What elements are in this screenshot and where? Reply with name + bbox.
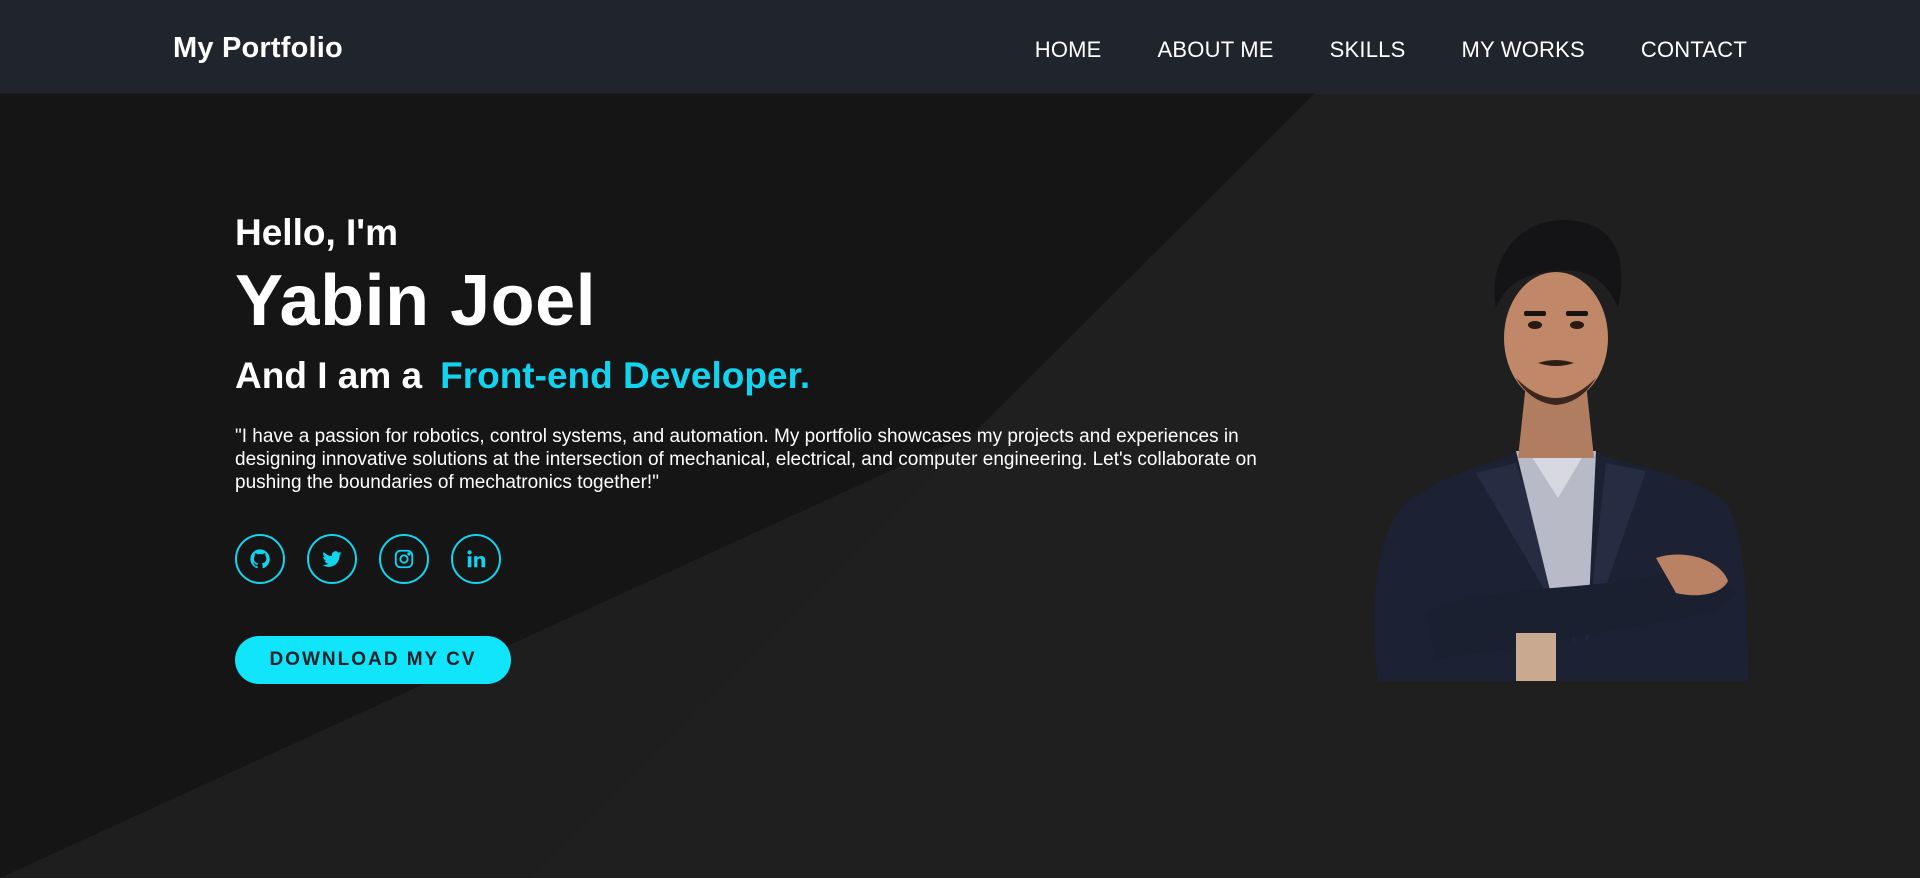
linkedin-icon [465,548,487,570]
role-line: And I am a Front-end Developer. [235,355,1335,397]
nav-link-my-works[interactable]: MY WORKS [1461,37,1584,63]
twitter-icon [321,548,343,570]
nav-links: HOME ABOUT ME SKILLS MY WORKS CONTACT [1035,37,1747,63]
social-links [235,534,1335,584]
nav-link-skills[interactable]: SKILLS [1330,37,1406,63]
hero-section: Hello, I'm Yabin Joel And I am a Front-e… [235,214,1335,684]
profile-portrait [1366,213,1748,681]
download-cv-button[interactable]: DOWNLOAD MY CV [235,636,511,684]
github-link[interactable] [235,534,285,584]
instagram-icon [393,548,415,570]
nav-link-home[interactable]: HOME [1035,37,1102,63]
instagram-link[interactable] [379,534,429,584]
linkedin-link[interactable] [451,534,501,584]
role-prefix: And I am a [235,355,423,396]
role-highlight: Front-end Developer. [440,355,811,396]
twitter-link[interactable] [307,534,357,584]
bio-text: "I have a passion for robotics, control … [235,426,1257,493]
nav-link-contact[interactable]: CONTACT [1641,37,1747,63]
navbar: My Portfolio HOME ABOUT ME SKILLS MY WOR… [0,0,1920,93]
brand-logo[interactable]: My Portfolio [173,32,343,65]
hero-name: Yabin Joel [235,261,597,341]
github-icon [249,548,271,570]
greeting-text: Hello, I'm [235,212,398,253]
nav-link-about-me[interactable]: ABOUT ME [1158,37,1274,63]
